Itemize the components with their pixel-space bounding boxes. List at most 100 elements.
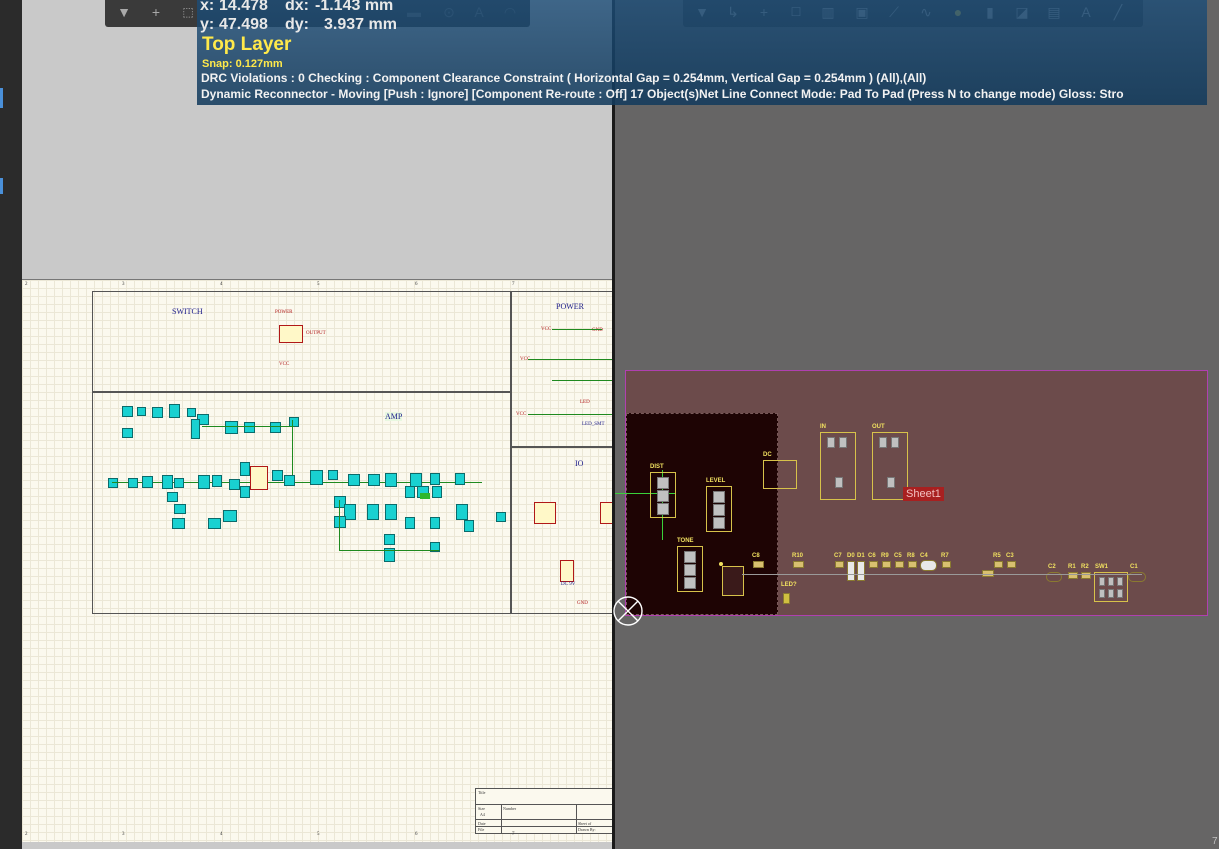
- panel-tab-indicator[interactable]: [0, 88, 3, 108]
- schematic-sheet[interactable]: 2 3 4 5 6 7 SWITCH POWER AMP IO POWER OU…: [22, 279, 614, 842]
- schematic-pin[interactable]: [456, 504, 468, 520]
- footprint-pad[interactable]: [657, 490, 669, 502]
- schematic-pin[interactable]: [270, 422, 281, 433]
- footprint-pad[interactable]: [1117, 589, 1123, 598]
- diode-footprint[interactable]: [857, 561, 865, 581]
- footprint-pad[interactable]: [887, 477, 895, 488]
- schematic-pin[interactable]: [172, 518, 185, 529]
- schematic-pin[interactable]: [128, 478, 138, 488]
- smd-component[interactable]: [793, 561, 804, 568]
- schematic-pin[interactable]: [122, 406, 133, 417]
- schematic-pin[interactable]: [272, 470, 283, 481]
- footprint-in-jack[interactable]: [820, 432, 856, 500]
- footprint-pad[interactable]: [1117, 577, 1123, 586]
- schematic-pin[interactable]: [108, 478, 118, 488]
- schematic-pin[interactable]: [244, 422, 255, 433]
- smd-component[interactable]: [869, 561, 878, 568]
- schematic-pin[interactable]: [229, 479, 240, 490]
- select-rect-icon[interactable]: ⬚: [179, 0, 197, 26]
- schematic-pin[interactable]: [496, 512, 506, 522]
- smd-component[interactable]: [994, 561, 1003, 568]
- smd-component[interactable]: [835, 561, 844, 568]
- schematic-pin[interactable]: [328, 470, 338, 480]
- footprint-pad[interactable]: [713, 504, 725, 516]
- schematic-pin[interactable]: [368, 474, 380, 486]
- schematic-pin[interactable]: [385, 473, 397, 487]
- schematic-pin[interactable]: [208, 518, 221, 529]
- footprint-dc-jack[interactable]: [763, 460, 797, 489]
- smd-component[interactable]: [942, 561, 951, 568]
- diode-footprint[interactable]: [847, 561, 855, 581]
- footprint-pad[interactable]: [1099, 577, 1105, 586]
- schematic-pin[interactable]: [225, 421, 238, 434]
- footprint-pad[interactable]: [891, 437, 899, 448]
- smd-component[interactable]: [908, 561, 917, 568]
- footprint-pad[interactable]: [1099, 589, 1105, 598]
- footprint-pad[interactable]: [713, 491, 725, 503]
- footprint-pad[interactable]: [1108, 577, 1114, 586]
- footprint-pad[interactable]: [835, 477, 843, 488]
- plus-icon[interactable]: +: [147, 0, 165, 26]
- schematic-pin[interactable]: [174, 478, 184, 488]
- schematic-pin[interactable]: [334, 516, 346, 528]
- schematic-pin[interactable]: [162, 475, 173, 489]
- footprint-pad[interactable]: [684, 577, 696, 589]
- schematic-pin[interactable]: [405, 517, 415, 529]
- schematic-pin[interactable]: [152, 407, 163, 418]
- schematic-pin[interactable]: [167, 492, 178, 502]
- schematic-pin[interactable]: [122, 428, 133, 438]
- footprint-pad[interactable]: [657, 503, 669, 515]
- opamp-component[interactable]: [250, 466, 268, 490]
- schematic-pin[interactable]: [198, 475, 210, 489]
- footprint-switch[interactable]: [1094, 572, 1128, 602]
- footprint-pad[interactable]: [1108, 589, 1114, 598]
- input-jack-component[interactable]: [534, 502, 556, 524]
- footprint-pad[interactable]: [827, 437, 835, 448]
- footprint-pad[interactable]: [684, 551, 696, 563]
- footprint-pad[interactable]: [879, 437, 887, 448]
- footprint-level-pot[interactable]: [706, 486, 732, 532]
- schematic-pin[interactable]: [384, 534, 395, 545]
- schematic-pin[interactable]: [187, 408, 196, 417]
- footprint-tone-pot[interactable]: [677, 546, 703, 592]
- diode-component[interactable]: [420, 493, 430, 499]
- dc-jack-component[interactable]: [560, 560, 574, 582]
- schematic-pin[interactable]: [367, 504, 379, 520]
- schematic-pin[interactable]: [240, 462, 250, 476]
- schematic-pin[interactable]: [212, 475, 222, 487]
- smd-component[interactable]: [882, 561, 891, 568]
- schematic-pin[interactable]: [464, 520, 474, 532]
- smd-component[interactable]: [753, 561, 764, 568]
- schematic-pin[interactable]: [284, 475, 295, 486]
- schematic-pin[interactable]: [455, 473, 465, 485]
- footprint-pad[interactable]: [839, 437, 847, 448]
- panel-tab-indicator[interactable]: [0, 178, 3, 194]
- schematic-pin[interactable]: [432, 486, 442, 498]
- footprint-ic[interactable]: [722, 566, 744, 596]
- smd-component[interactable]: [1007, 561, 1016, 568]
- switch-component[interactable]: [279, 325, 303, 343]
- schematic-pin[interactable]: [169, 404, 180, 418]
- filter-icon[interactable]: ▼: [115, 0, 133, 26]
- footprint-dist-pot[interactable]: [650, 472, 676, 518]
- schematic-pin[interactable]: [310, 470, 323, 485]
- schematic-pin[interactable]: [137, 407, 146, 416]
- schematic-pin[interactable]: [410, 473, 422, 487]
- footprint-pad[interactable]: [713, 517, 725, 529]
- schematic-pin[interactable]: [348, 474, 360, 486]
- led-footprint[interactable]: [783, 593, 790, 604]
- smd-component[interactable]: [895, 561, 904, 568]
- schematic-pin[interactable]: [174, 504, 186, 514]
- footprint-pad[interactable]: [657, 477, 669, 489]
- sheet1-room-tag[interactable]: Sheet1: [903, 487, 944, 501]
- schematic-pin[interactable]: [240, 486, 250, 498]
- schematic-pin[interactable]: [142, 476, 153, 488]
- schematic-pin[interactable]: [191, 419, 200, 439]
- schematic-pin[interactable]: [385, 504, 397, 520]
- footprint-pad[interactable]: [684, 564, 696, 576]
- schematic-pin[interactable]: [430, 517, 440, 529]
- schematic-pin[interactable]: [223, 510, 237, 522]
- schematic-pin[interactable]: [430, 473, 440, 485]
- schematic-pin[interactable]: [405, 486, 415, 498]
- capacitor-footprint[interactable]: [920, 560, 937, 571]
